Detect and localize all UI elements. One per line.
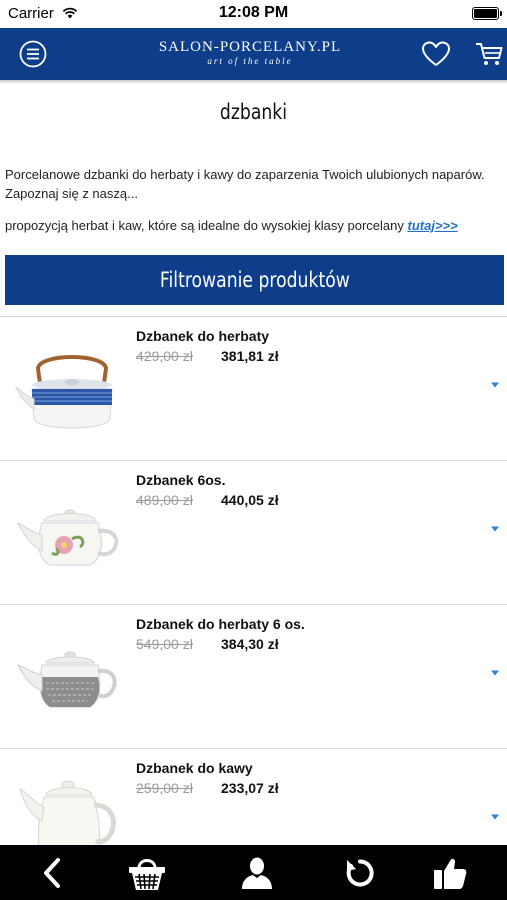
category-description: Porcelanowe dzbanki do herbaty i kawy do… — [5, 167, 485, 201]
menu-icon — [19, 40, 47, 68]
battery-icon — [472, 7, 499, 20]
description-text: propozycją herbat i kaw, które są idealn… — [5, 218, 408, 233]
heart-icon — [422, 41, 450, 66]
user-button[interactable] — [237, 853, 277, 893]
product-old-price: 429,00 zł — [136, 348, 193, 364]
refresh-icon — [346, 859, 374, 887]
teapot-image — [14, 355, 113, 429]
thumbs-up-icon — [434, 858, 467, 889]
clock: 12:08 PM — [218, 4, 289, 21]
cart-icon — [476, 43, 503, 65]
product-price: 381,81 zł — [221, 348, 279, 364]
product-price: 384,30 zł — [221, 636, 279, 652]
refresh-button[interactable] — [340, 853, 380, 893]
header-bar: SALON-PORCELANY.PL art of the table — [0, 28, 507, 80]
product-old-price: 489,00 zł — [136, 492, 193, 508]
chevron-down-icon[interactable] — [490, 381, 500, 389]
header-shadow — [0, 80, 507, 84]
back-button[interactable] — [32, 853, 72, 893]
category-description-more: propozycją herbat i kaw, które są idealn… — [5, 216, 495, 235]
product-price: 440,05 zł — [221, 492, 279, 508]
product-old-price: 259,00 zł — [136, 780, 193, 796]
product-image[interactable] — [10, 617, 130, 735]
chevron-down-icon[interactable] — [490, 669, 500, 677]
like-button[interactable] — [430, 853, 470, 893]
product-name[interactable]: Dzbanek 6os. — [136, 472, 225, 488]
chevron-down-icon[interactable] — [490, 813, 500, 821]
product-image[interactable] — [10, 473, 130, 591]
product-name[interactable]: Dzbanek do herbaty 6 os. — [136, 616, 305, 632]
teapot-image — [17, 509, 119, 566]
product-row[interactable]: Dzbanek 6os. 489,00 zł 440,05 zł — [0, 461, 507, 605]
battery-fill — [474, 9, 497, 18]
more-link[interactable]: tutaj>>> — [408, 218, 458, 233]
product-row[interactable]: Dzbanek do herbaty 429,00 zł 381,81 zł — [0, 317, 507, 461]
teapot-image — [17, 651, 117, 708]
basket-icon — [129, 859, 165, 890]
favorites-button[interactable] — [421, 40, 451, 68]
product-price: 233,07 zł — [221, 780, 279, 796]
bottom-toolbar — [0, 845, 507, 900]
logo[interactable]: SALON-PORCELANY.PL art of the table — [140, 38, 360, 66]
filter-button-label: Filtrowanie produktów — [159, 268, 350, 292]
product-old-price: 549,00 zł — [136, 636, 193, 652]
chevron-down-icon[interactable] — [490, 525, 500, 533]
back-icon — [44, 858, 60, 888]
battery-tip — [500, 11, 502, 16]
page-title: dzbanki — [219, 100, 288, 124]
logo-tagline: art of the table — [207, 56, 293, 66]
product-name[interactable]: Dzbanek do kawy — [136, 760, 253, 776]
cart-button[interactable] — [474, 40, 504, 68]
product-image[interactable] — [10, 329, 130, 447]
product-row[interactable]: Dzbanek do herbaty 6 os. 549,00 zł 384,3… — [0, 605, 507, 749]
basket-button[interactable] — [127, 853, 167, 893]
status-bar: Carrier 12:08 PM — [0, 0, 507, 28]
product-name[interactable]: Dzbanek do herbaty — [136, 328, 269, 344]
filter-products-button[interactable]: Filtrowanie produktów — [5, 255, 504, 305]
user-icon — [242, 857, 272, 889]
logo-brand: SALON-PORCELANY.PL — [158, 39, 342, 55]
menu-button[interactable] — [18, 39, 48, 69]
